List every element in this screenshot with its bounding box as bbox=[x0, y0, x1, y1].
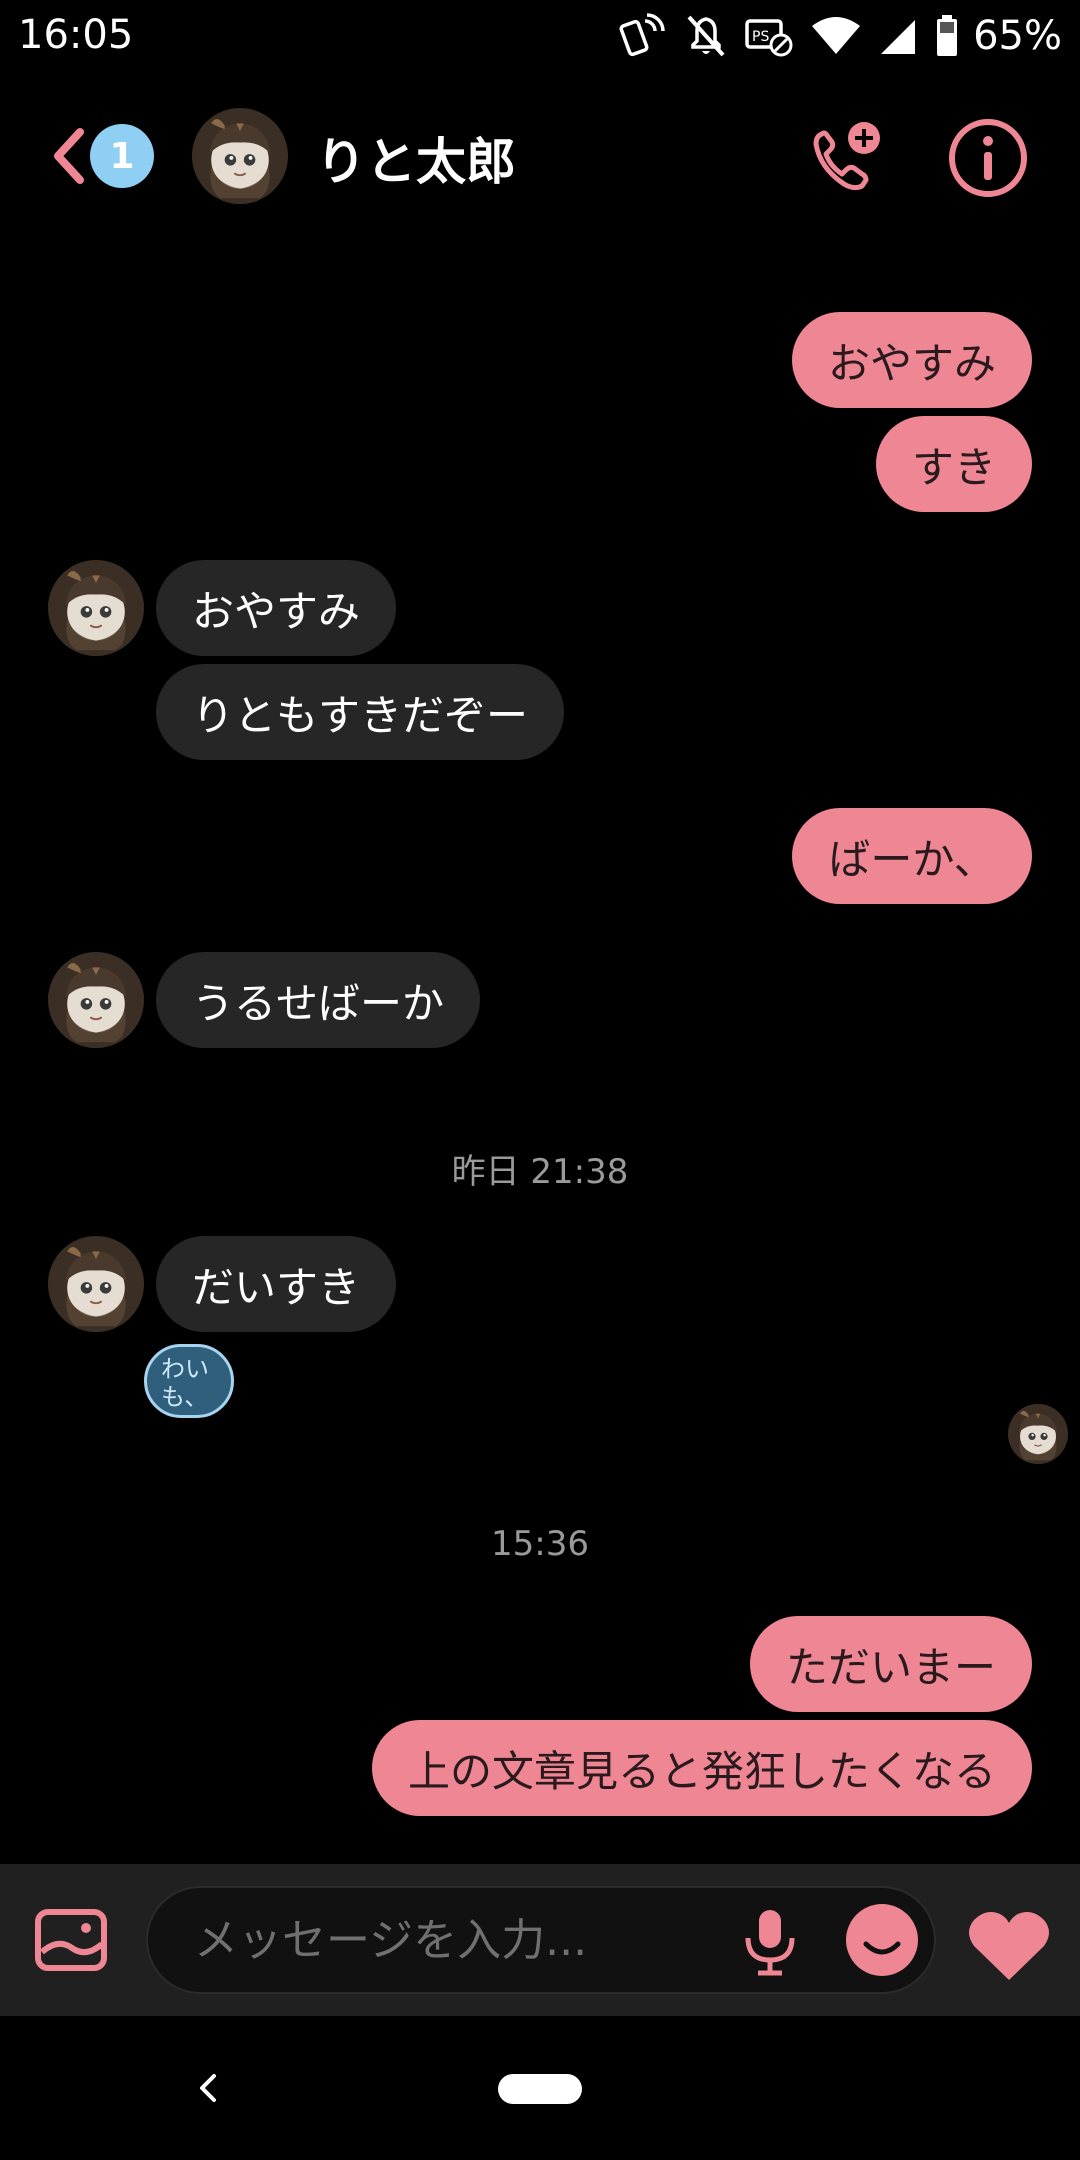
message-input-container bbox=[146, 1886, 936, 1994]
message-incoming[interactable]: だいすき bbox=[156, 1236, 396, 1332]
timestamp: 15:36 bbox=[491, 1524, 589, 1564]
message-outgoing[interactable]: すき bbox=[876, 416, 1032, 512]
back-button[interactable]: 1 bbox=[48, 124, 168, 188]
message-incoming[interactable]: うるせばーか bbox=[156, 952, 480, 1048]
image-button[interactable] bbox=[34, 1908, 108, 1972]
heart-icon bbox=[969, 1912, 1049, 1980]
unread-count-badge: 1 bbox=[90, 124, 154, 188]
system-nav-bar bbox=[0, 2016, 1080, 2160]
mic-icon bbox=[745, 1910, 795, 1976]
voice-button[interactable] bbox=[738, 1908, 802, 1976]
sender-avatar[interactable] bbox=[48, 560, 144, 656]
svg-text:PS: PS bbox=[752, 29, 769, 45]
signal-icon bbox=[879, 16, 917, 56]
nav-back-button[interactable] bbox=[190, 2058, 226, 2118]
message-incoming[interactable]: おやすみ bbox=[156, 560, 396, 656]
reaction-bubble[interactable]: わい も、 bbox=[144, 1344, 234, 1418]
reaction-text-line2: も、 bbox=[161, 1383, 209, 1411]
message-outgoing[interactable]: 上の文章見ると発狂したくなる bbox=[372, 1720, 1032, 1816]
message-outgoing[interactable]: おやすみ bbox=[792, 312, 1032, 408]
message-outgoing[interactable]: ただいまー bbox=[750, 1616, 1032, 1712]
battery-icon bbox=[935, 15, 959, 57]
reaction-text-line1: わい bbox=[161, 1355, 209, 1383]
message-incoming[interactable]: りともすきだぞー bbox=[156, 664, 564, 760]
read-receipt-avatar bbox=[1008, 1404, 1068, 1464]
info-button[interactable] bbox=[946, 116, 1030, 200]
message-input[interactable] bbox=[194, 1888, 734, 1992]
heart-button[interactable] bbox=[966, 1908, 1052, 1982]
sender-avatar[interactable] bbox=[48, 952, 144, 1048]
screen-record-icon: PS bbox=[745, 15, 793, 57]
message-outgoing[interactable]: ばーか、 bbox=[792, 808, 1032, 904]
status-bar: 16:05 PS 65% bbox=[0, 0, 1080, 72]
status-time: 16:05 bbox=[18, 12, 134, 58]
add-call-button[interactable] bbox=[808, 120, 884, 196]
wifi-icon bbox=[811, 16, 861, 56]
timestamp: 昨日 21:38 bbox=[451, 1152, 629, 1192]
message-composer bbox=[0, 1864, 1080, 2016]
sender-avatar[interactable] bbox=[48, 1236, 144, 1332]
status-icons: PS 65% bbox=[619, 12, 1062, 60]
nav-back-icon bbox=[200, 2074, 216, 2102]
emoji-button[interactable] bbox=[844, 1902, 920, 1978]
image-icon bbox=[35, 1909, 107, 1971]
notifications-off-icon bbox=[685, 13, 727, 59]
back-chevron-icon bbox=[54, 128, 84, 184]
contact-name[interactable]: りと太郎 bbox=[316, 122, 516, 194]
emoji-icon bbox=[846, 1904, 918, 1976]
info-icon bbox=[949, 119, 1027, 197]
contact-avatar[interactable] bbox=[192, 108, 288, 204]
nfc-phone-icon bbox=[619, 13, 667, 59]
chat-header: 1 りと太郎 bbox=[0, 100, 1080, 210]
nav-home-pill[interactable] bbox=[498, 2074, 582, 2104]
battery-percent: 65% bbox=[973, 13, 1062, 59]
add-call-icon bbox=[813, 122, 880, 191]
